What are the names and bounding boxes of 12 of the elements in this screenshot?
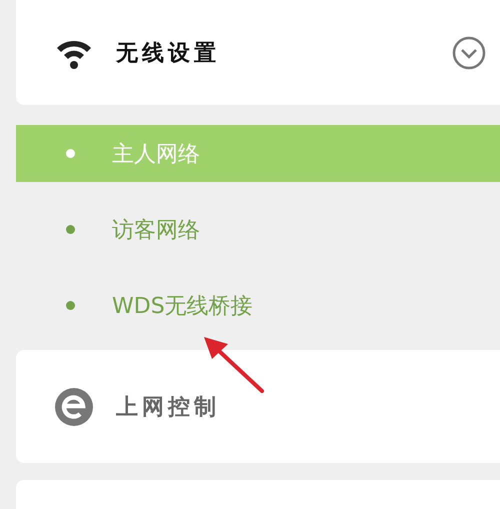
menu-section[interactable]: 无线设置: [16, 0, 500, 105]
bullet-icon: [66, 149, 75, 158]
menu-item[interactable]: 访客网络: [16, 201, 500, 258]
e-icon: [54, 386, 94, 426]
bullet-icon: [66, 225, 75, 234]
menu-section[interactable]: 上网控制: [16, 350, 500, 463]
chevron-down-icon[interactable]: [452, 36, 486, 70]
section-title: 上网控制: [116, 394, 220, 422]
section-title: 无线设置: [116, 40, 220, 68]
menu-item[interactable]: 主人网络: [16, 125, 500, 182]
menu-item[interactable]: WDS无线桥接: [16, 277, 500, 334]
bullet-icon: [66, 301, 75, 310]
